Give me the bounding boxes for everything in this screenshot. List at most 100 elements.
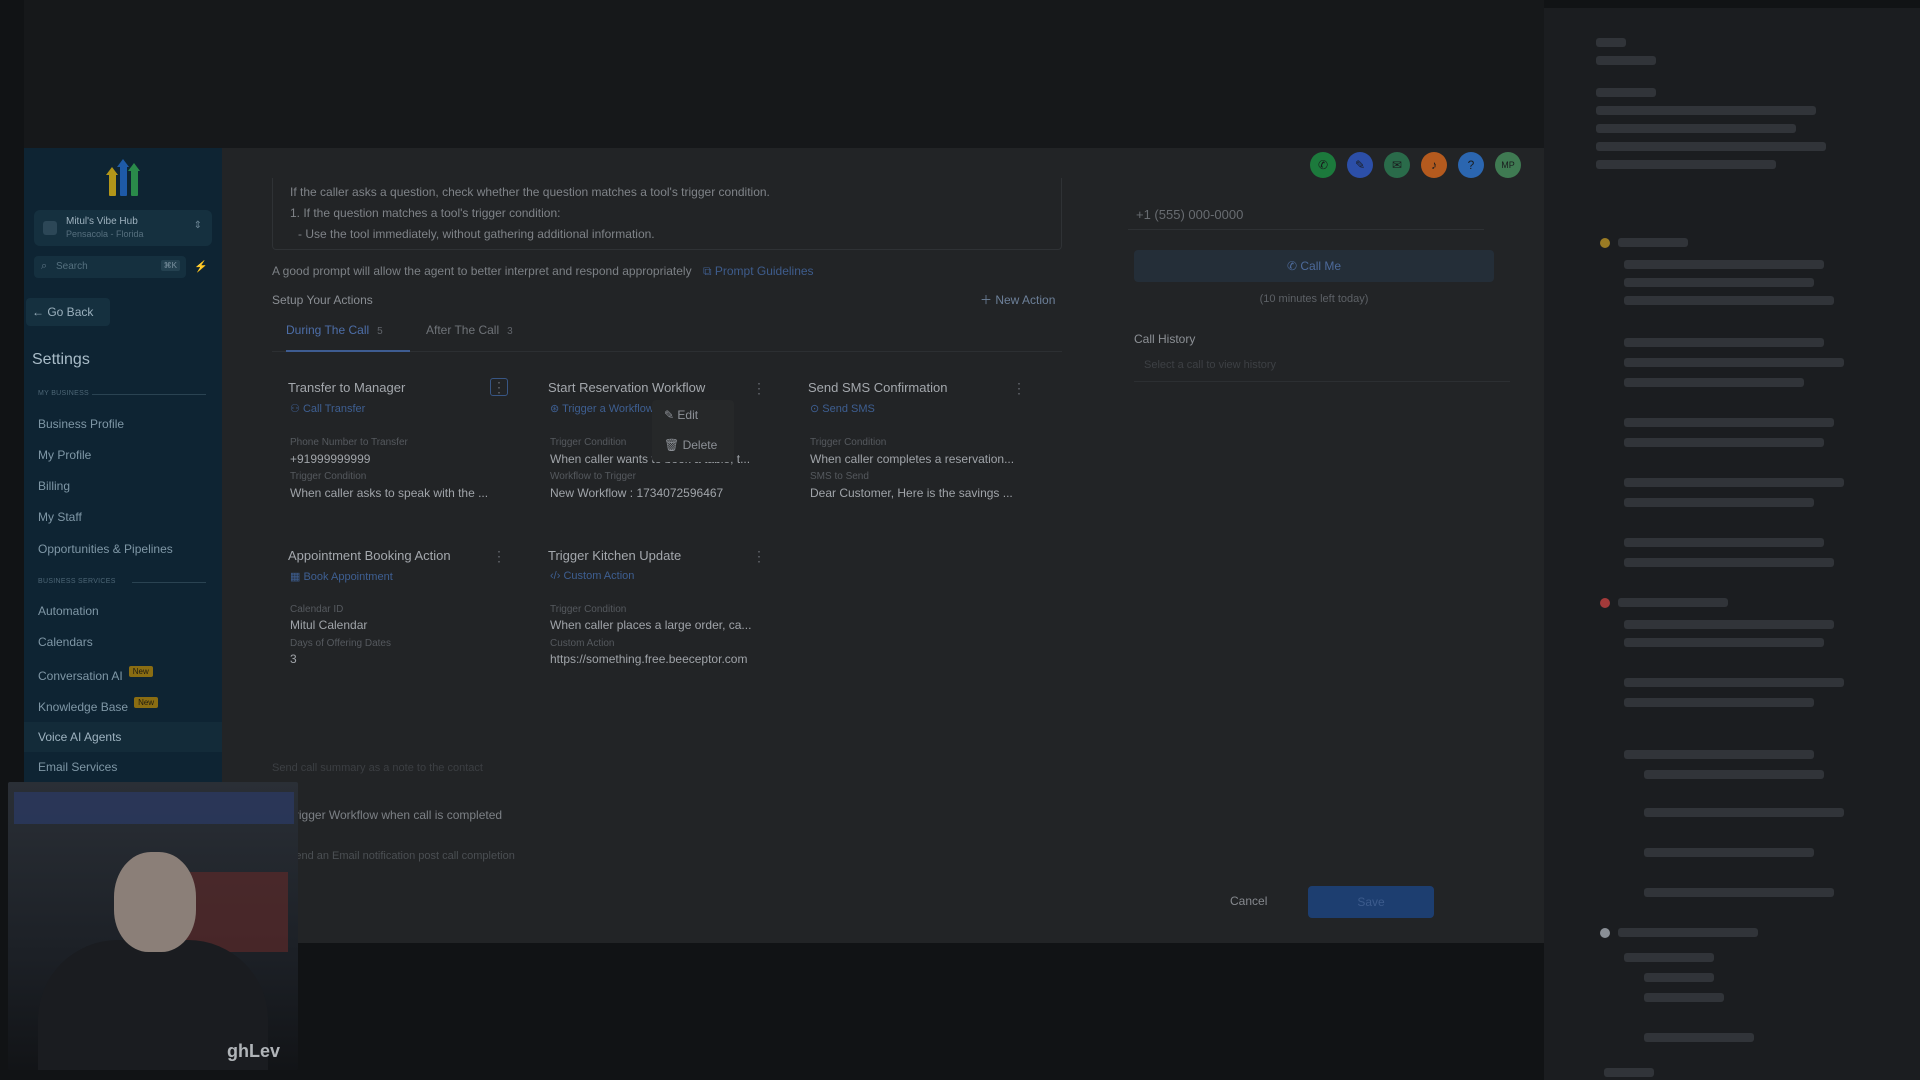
- settings-title: Settings: [32, 351, 90, 368]
- more-options-icon[interactable]: ⋮: [752, 548, 766, 565]
- avatar-icon[interactable]: MP: [1495, 152, 1521, 178]
- webcam-overlay: ghLev: [8, 782, 298, 1070]
- new-action-button[interactable]: ＋ New Action: [980, 291, 1055, 308]
- sidebar-item-my-staff[interactable]: My Staff: [38, 510, 82, 524]
- browser-top-area: [24, 0, 1544, 148]
- chat-icon[interactable]: ✉: [1384, 152, 1410, 178]
- after-call-email-option[interactable]: Send an Email notification post call com…: [288, 850, 515, 862]
- new-badge: New: [134, 697, 159, 708]
- tab-count: 5: [377, 326, 383, 337]
- field-label: Trigger Condition: [290, 471, 367, 482]
- field-label: SMS to Send: [810, 471, 869, 482]
- calendar-icon: ▦: [290, 571, 301, 583]
- prompt-guidelines-link[interactable]: ⧉ Prompt Guidelines: [703, 264, 814, 278]
- search-input[interactable]: ⌕ Search ⌘K: [34, 256, 186, 278]
- presenter-face: [114, 852, 196, 952]
- action-card-kitchen[interactable]: Trigger Kitchen Update ⋮ ‹/› Custom Acti…: [536, 538, 784, 698]
- action-card-sms[interactable]: Send SMS Confirmation ⋮ ⊙ Send SMS Trigg…: [796, 370, 1044, 530]
- tab-label: After The Call: [426, 323, 500, 337]
- field-value: When caller asks to speak with the ...: [290, 486, 489, 500]
- sidebar-item-business-profile[interactable]: Business Profile: [38, 417, 124, 431]
- blurred-side-panel: [1544, 8, 1920, 1080]
- phone-number-input[interactable]: +1 (555) 000-0000: [1128, 200, 1484, 230]
- tab-after-the-call[interactable]: After The Call 3: [426, 316, 536, 352]
- menu-item-label: Delete: [682, 438, 718, 452]
- prompt-line: - Use the tool immediately, without gath…: [298, 227, 655, 241]
- field-label: Custom Action: [550, 638, 615, 649]
- field-label: Trigger Condition: [550, 437, 627, 448]
- tab-during-the-call[interactable]: During The Call 5: [286, 316, 410, 352]
- prompt-line: 1. If the question matches a tool's trig…: [290, 206, 561, 220]
- sidebar-item-conversation-ai[interactable]: Conversation AI New: [38, 666, 153, 683]
- sidebar-item-knowledge-base[interactable]: Knowledge Base New: [38, 697, 159, 714]
- field-label: Workflow to Trigger: [550, 471, 636, 482]
- action-type-label: Trigger a Workflow: [562, 403, 654, 415]
- search-placeholder: Search: [56, 261, 88, 272]
- prompt-hint: A good prompt will allow the agent to be…: [272, 264, 814, 279]
- new-action-label: New Action: [995, 293, 1056, 307]
- more-options-icon[interactable]: ⋮: [752, 380, 766, 397]
- menu-item-edit[interactable]: ✎ Edit: [664, 408, 698, 422]
- more-options-icon[interactable]: ⋮: [492, 548, 506, 565]
- action-card-appointment[interactable]: Appointment Booking Action ⋮ ▦ Book Appo…: [276, 538, 524, 698]
- tab-label: During The Call: [286, 323, 370, 337]
- menu-item-delete[interactable]: 🗑 Delete: [664, 438, 717, 452]
- phone-icon: ✆: [1286, 259, 1298, 273]
- divider: [132, 582, 206, 583]
- new-badge: New: [128, 666, 153, 677]
- action-type-label: Call Transfer: [302, 403, 366, 415]
- sidebar-item-opportunities[interactable]: Opportunities & Pipelines: [38, 542, 173, 556]
- call-history-select[interactable]: Select a call to view history: [1134, 348, 1510, 382]
- actions-tabs: During The Call 5 After The Call 3: [272, 316, 1062, 352]
- phone-icon[interactable]: ✆: [1310, 152, 1336, 178]
- header-icons: ✆ ✎ ✉ ♪ ? MP: [1310, 152, 1530, 178]
- cancel-button[interactable]: Cancel: [1230, 894, 1267, 908]
- after-call-option[interactable]: Send call summary as a note to the conta…: [272, 762, 483, 774]
- webcam-overlay-text: ghLev: [226, 1041, 280, 1061]
- chevron-updown-icon: ⇕: [193, 220, 202, 231]
- field-value: When caller places a large order, ca...: [550, 618, 752, 632]
- sidebar-item-voice-ai-agents[interactable]: Voice AI Agents: [24, 722, 222, 752]
- action-title: Trigger Kitchen Update: [548, 548, 682, 563]
- minutes-left: (10 minutes left today): [1259, 293, 1369, 305]
- sidebar-item-my-profile[interactable]: My Profile: [38, 448, 91, 462]
- account-switcher[interactable]: Mitul's Vibe Hub Pensacola - Florida ⇕: [34, 210, 212, 246]
- code-icon: ‹/›: [550, 570, 561, 582]
- call-history-title: Call History: [1134, 332, 1196, 346]
- action-card-transfer[interactable]: Transfer to Manager ⋮ ⚇ Call Transfer Ph…: [276, 370, 524, 530]
- prompt-hint-text: A good prompt will allow the agent to be…: [272, 264, 692, 278]
- call-me-button[interactable]: ✆ Call Me: [1134, 250, 1494, 282]
- sidebar-item-automation[interactable]: Automation: [38, 604, 99, 618]
- after-call-trigger-workflow[interactable]: Trigger Workflow when call is completed: [288, 808, 502, 822]
- sidebar-item-billing[interactable]: Billing: [38, 479, 70, 493]
- tab-count: 3: [507, 326, 513, 337]
- setup-actions-title: Setup Your Actions: [272, 293, 373, 307]
- action-type: ⊛ Trigger a Workflow: [550, 402, 654, 415]
- action-type: ▦ Book Appointment: [290, 570, 393, 583]
- field-label: Phone Number to Transfer: [290, 437, 408, 448]
- save-button[interactable]: Save: [1308, 886, 1434, 918]
- sidebar-item-calendars[interactable]: Calendars: [38, 635, 93, 649]
- menu-item-label: Edit: [677, 408, 699, 422]
- app-logo-icon: [106, 159, 142, 196]
- voice-agent-settings-panel: If the caller asks a question, check whe…: [222, 148, 1544, 943]
- more-options-icon[interactable]: ⋮: [490, 378, 508, 396]
- sms-icon: ⊙: [810, 403, 820, 415]
- more-options-icon[interactable]: ⋮: [1012, 380, 1026, 397]
- bell-icon[interactable]: ♪: [1421, 152, 1447, 178]
- field-label: Days of Offering Dates: [290, 638, 391, 649]
- action-type: ⚇ Call Transfer: [290, 402, 365, 415]
- call-me-label: Call Me: [1300, 259, 1342, 273]
- sidebar-item-email-services[interactable]: Email Services: [38, 760, 117, 774]
- go-back-label: Go Back: [47, 305, 94, 319]
- sidebar-item-label: Knowledge Base: [38, 700, 129, 714]
- go-back-button[interactable]: ← Go Back: [26, 298, 110, 326]
- prompt-guidelines-label: Prompt Guidelines: [714, 264, 814, 278]
- help-icon[interactable]: ?: [1458, 152, 1484, 178]
- megaphone-icon[interactable]: ✎: [1347, 152, 1373, 178]
- action-title: Transfer to Manager: [288, 380, 406, 395]
- field-value: New Workflow : 1734072596467: [550, 486, 724, 500]
- section-business-services: BUSINESS SERVICES: [38, 578, 116, 585]
- prompt-line: If the caller asks a question, check whe…: [290, 185, 770, 199]
- quick-action-icon[interactable]: ⚡: [194, 260, 208, 273]
